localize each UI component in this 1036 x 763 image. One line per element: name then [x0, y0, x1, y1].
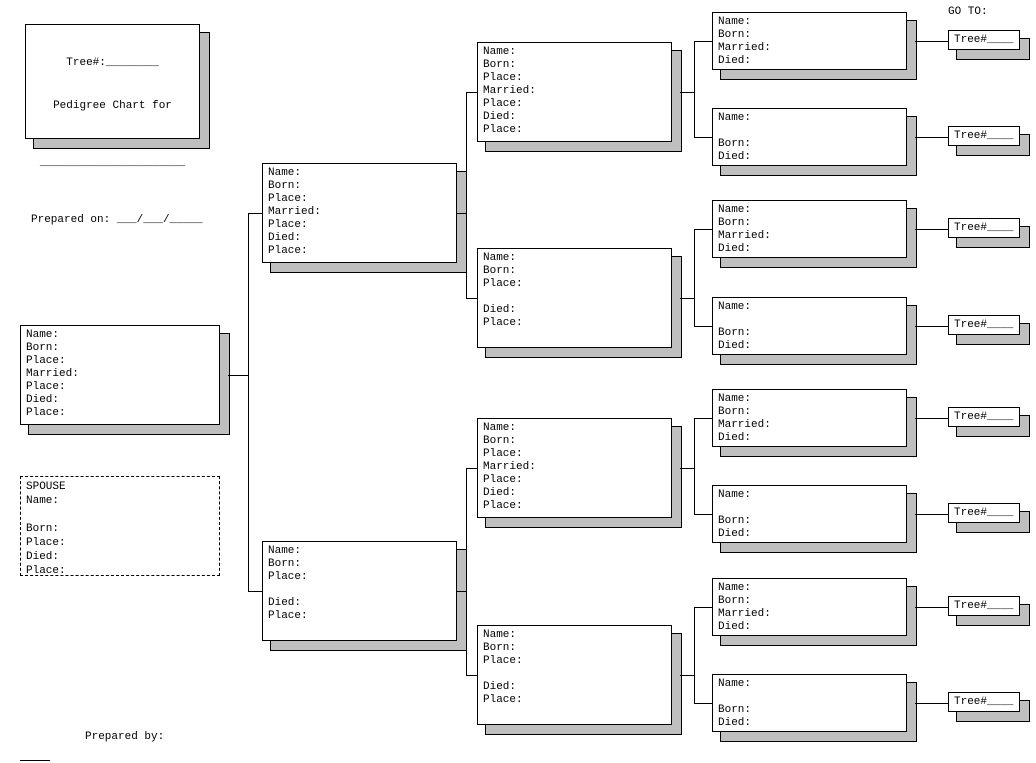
gen3-1-fields: Name: Born: Place: Married: Place: Died:…: [477, 42, 672, 142]
gen4-5: Name: Born: Married: Died:: [712, 389, 907, 447]
gen4-6: Name: Born: Died:: [712, 485, 907, 543]
treeref-2-f: Tree#____: [948, 126, 1020, 146]
c-g1-v: [248, 213, 249, 591]
gen1-person: Name: Born: Place: Married: Place: Died:…: [20, 325, 220, 425]
prepared-on: Prepared on: ___/___/_____: [31, 214, 194, 227]
treeref-8: Tree#____: [948, 692, 1020, 712]
gen4-8: Name: Born: Died:: [712, 674, 907, 732]
treeref-4: Tree#____: [948, 315, 1020, 335]
gen2-father: Name: Born: Place: Married: Place: Died:…: [262, 163, 457, 263]
treeref-5-f: Tree#____: [948, 407, 1020, 427]
gen4-1-f: Name: Born: Married: Died:: [712, 12, 907, 70]
c-g3-2-out: [680, 298, 694, 299]
gen4-5-f: Name: Born: Married: Died:: [712, 389, 907, 447]
treeref-6: Tree#____: [948, 503, 1020, 523]
c-g3-2-in: [466, 298, 477, 299]
gen3-4-fields: Name: Born: Place: Died: Place:: [477, 625, 672, 725]
prep-line: [20, 760, 50, 761]
gen3-4: Name: Born: Place: Died: Place:: [477, 625, 672, 725]
gen3-1: Name: Born: Place: Married: Place: Died:…: [477, 42, 672, 142]
gen3-3: Name: Born: Place: Married: Place: Died:…: [477, 418, 672, 518]
c-g3-1-out: [680, 92, 694, 93]
gen3-2-fields: Name: Born: Place: Died: Place:: [477, 248, 672, 348]
c-g2m-out: [457, 591, 466, 592]
treeref-3: Tree#____: [948, 218, 1020, 238]
c-g3-1-v: [694, 41, 695, 137]
c-g3-3-out: [680, 468, 694, 469]
tree-no: Tree#:________: [31, 57, 194, 70]
name-line: ______________________: [31, 157, 194, 170]
gen4-4: Name: Born: Died:: [712, 297, 907, 355]
c-g3-3-in: [466, 468, 477, 469]
c-g1-out: [228, 375, 248, 376]
treeref-6-f: Tree#____: [948, 503, 1020, 523]
gen4-2-f: Name: Born: Died:: [712, 108, 907, 166]
c-g2f-in: [248, 213, 262, 214]
treeref-2: Tree#____: [948, 126, 1020, 146]
gen3-2: Name: Born: Place: Died: Place:: [477, 248, 672, 348]
gen4-7-f: Name: Born: Married: Died:: [712, 578, 907, 636]
gen4-3: Name: Born: Married: Died:: [712, 200, 907, 258]
c-g3-4-in: [466, 675, 477, 676]
c-g2m-v: [466, 468, 467, 675]
gen4-1: Name: Born: Married: Died:: [712, 12, 907, 70]
treeref-3-f: Tree#____: [948, 218, 1020, 238]
prepared-by: Prepared by:: [85, 731, 164, 743]
c-g2f-v: [466, 92, 467, 298]
gen4-4-f: Name: Born: Died:: [712, 297, 907, 355]
title: Pedigree Chart for: [31, 100, 194, 113]
gen2-mother: Name: Born: Place: Died: Place:: [262, 541, 457, 641]
header-box: Tree#:________ Pedigree Chart for ______…: [25, 24, 200, 139]
goto-label: GO TO:: [948, 6, 988, 18]
gen2-mother-fields: Name: Born: Place: Died: Place:: [262, 541, 457, 641]
spouse-box: SPOUSE Name: Born: Place: Died: Place:: [20, 476, 220, 576]
treeref-4-f: Tree#____: [948, 315, 1020, 335]
gen2-father-fields: Name: Born: Place: Married: Place: Died:…: [262, 163, 457, 263]
gen4-6-f: Name: Born: Died:: [712, 485, 907, 543]
gen4-8-f: Name: Born: Died:: [712, 674, 907, 732]
treeref-7: Tree#____: [948, 596, 1020, 616]
treeref-1-f: Tree#____: [948, 30, 1020, 50]
gen4-2: Name: Born: Died:: [712, 108, 907, 166]
c-g3-4-v: [694, 607, 695, 703]
c-g3-2-v: [694, 229, 695, 326]
treeref-1: Tree#____: [948, 30, 1020, 50]
gen4-7: Name: Born: Married: Died:: [712, 578, 907, 636]
gen1-fields: Name: Born: Place: Married: Place: Died:…: [20, 325, 220, 425]
c-g2f-out: [457, 213, 466, 214]
treeref-8-f: Tree#____: [948, 692, 1020, 712]
treeref-7-f: Tree#____: [948, 596, 1020, 616]
c-g2m-in: [248, 591, 262, 592]
c-g3-4-out: [680, 675, 694, 676]
c-g3-3-v: [694, 418, 695, 514]
gen4-3-f: Name: Born: Married: Died:: [712, 200, 907, 258]
treeref-5: Tree#____: [948, 407, 1020, 427]
c-g3-1-in: [466, 92, 477, 93]
gen3-3-fields: Name: Born: Place: Married: Place: Died:…: [477, 418, 672, 518]
